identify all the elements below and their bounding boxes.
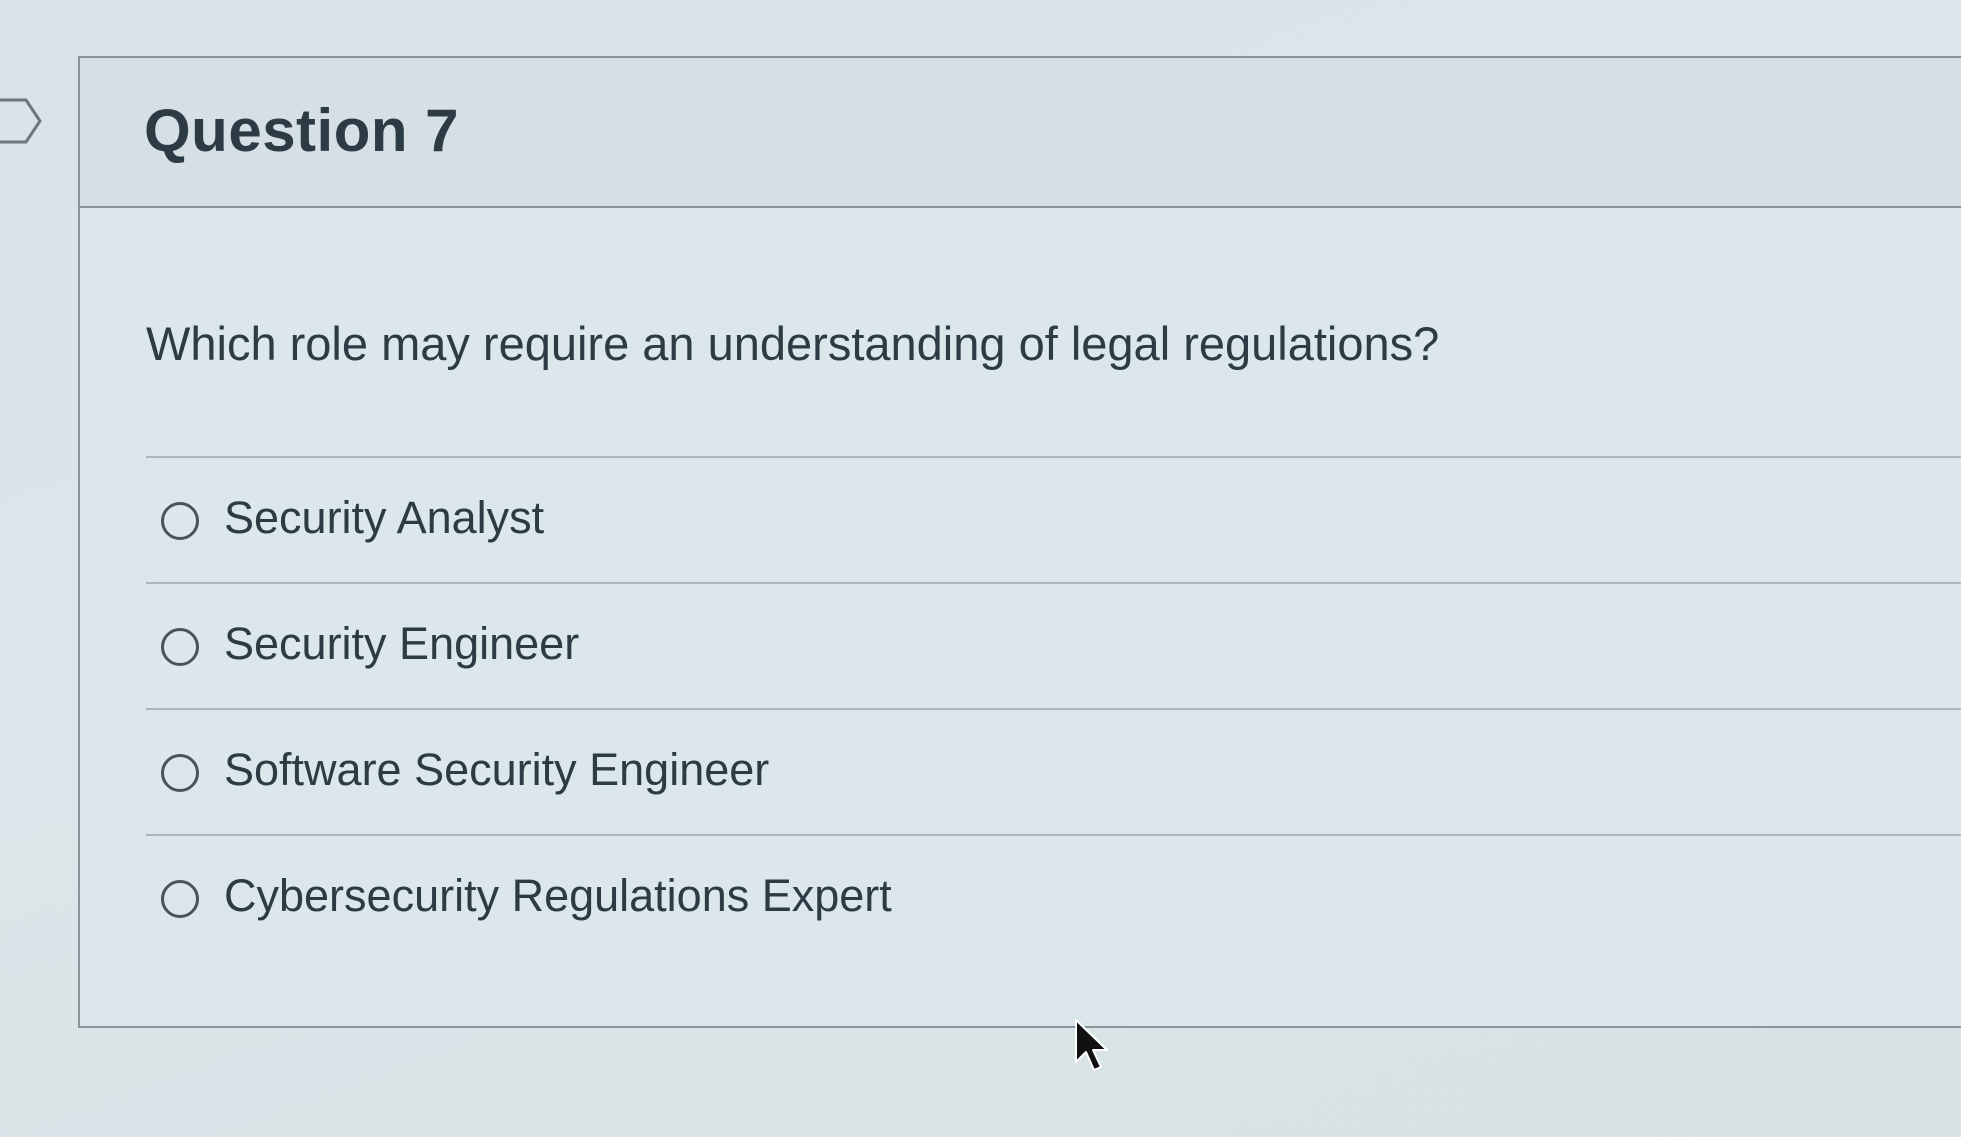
answer-option[interactable]: Software Security Engineer xyxy=(146,708,1961,834)
answer-label[interactable]: Cybersecurity Regulations Expert xyxy=(224,870,892,922)
answer-option[interactable]: Security Analyst xyxy=(146,456,1961,582)
answer-option[interactable]: Cybersecurity Regulations Expert xyxy=(146,834,1961,960)
answer-label[interactable]: Security Analyst xyxy=(224,492,544,544)
question-header: Question 7 xyxy=(80,58,1961,208)
radio-button-icon[interactable] xyxy=(161,628,199,666)
question-title: Question 7 xyxy=(144,97,460,164)
radio-button-icon[interactable] xyxy=(161,880,199,918)
question-prompt: Which role may require an understanding … xyxy=(146,317,1440,370)
mouse-pointer-icon xyxy=(1075,1019,1108,1071)
answer-label[interactable]: Software Security Engineer xyxy=(224,744,769,796)
question-card: Question 7 Which role may require an und… xyxy=(78,56,1961,1028)
answer-label[interactable]: Security Engineer xyxy=(224,618,579,670)
radio-button-icon[interactable] xyxy=(161,754,199,792)
answer-option[interactable]: Security Engineer xyxy=(146,582,1961,708)
radio-button-icon[interactable] xyxy=(161,502,199,540)
answer-list: Security Analyst Security Engineer Softw… xyxy=(146,456,1961,960)
flag-question-icon[interactable] xyxy=(0,96,46,146)
